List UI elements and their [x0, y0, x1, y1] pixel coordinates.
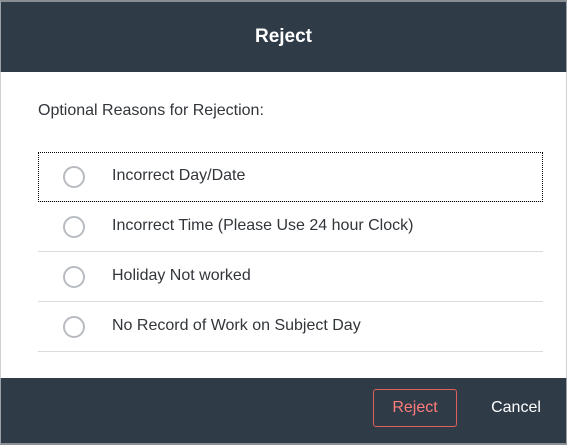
radio-unchecked-icon[interactable]	[63, 216, 85, 238]
reason-option-incorrect-time[interactable]: Incorrect Time (Please Use 24 hour Clock…	[38, 202, 543, 252]
reason-label: No Record of Work on Subject Day	[112, 317, 361, 334]
dialog-footer: Reject Cancel	[0, 378, 567, 445]
reason-label: Incorrect Day/Date	[112, 167, 246, 184]
cancel-button[interactable]: Cancel	[471, 389, 561, 427]
reject-button[interactable]: Reject	[373, 389, 457, 427]
reason-option-holiday-not-worked[interactable]: Holiday Not worked	[38, 252, 543, 302]
rejection-reasons-list: Incorrect Day/Date Incorrect Time (Pleas…	[38, 152, 543, 352]
reason-option-incorrect-day-date[interactable]: Incorrect Day/Date	[38, 152, 543, 202]
dialog-title: Reject	[254, 26, 313, 47]
reason-label: Incorrect Time (Please Use 24 hour Clock…	[112, 217, 414, 234]
radio-unchecked-icon[interactable]	[63, 266, 85, 288]
reject-dialog: Reject Optional Reasons for Rejection: I…	[0, 0, 567, 445]
reason-label: Holiday Not worked	[112, 267, 251, 284]
radio-unchecked-icon[interactable]	[63, 316, 85, 338]
radio-unchecked-icon[interactable]	[63, 166, 85, 188]
dialog-header: Reject	[0, 0, 567, 72]
reason-option-no-record-of-work[interactable]: No Record of Work on Subject Day	[38, 302, 543, 352]
rejection-reasons-label: Optional Reasons for Rejection:	[38, 102, 264, 119]
dialog-content: Optional Reasons for Rejection: Incorrec…	[0, 72, 567, 378]
